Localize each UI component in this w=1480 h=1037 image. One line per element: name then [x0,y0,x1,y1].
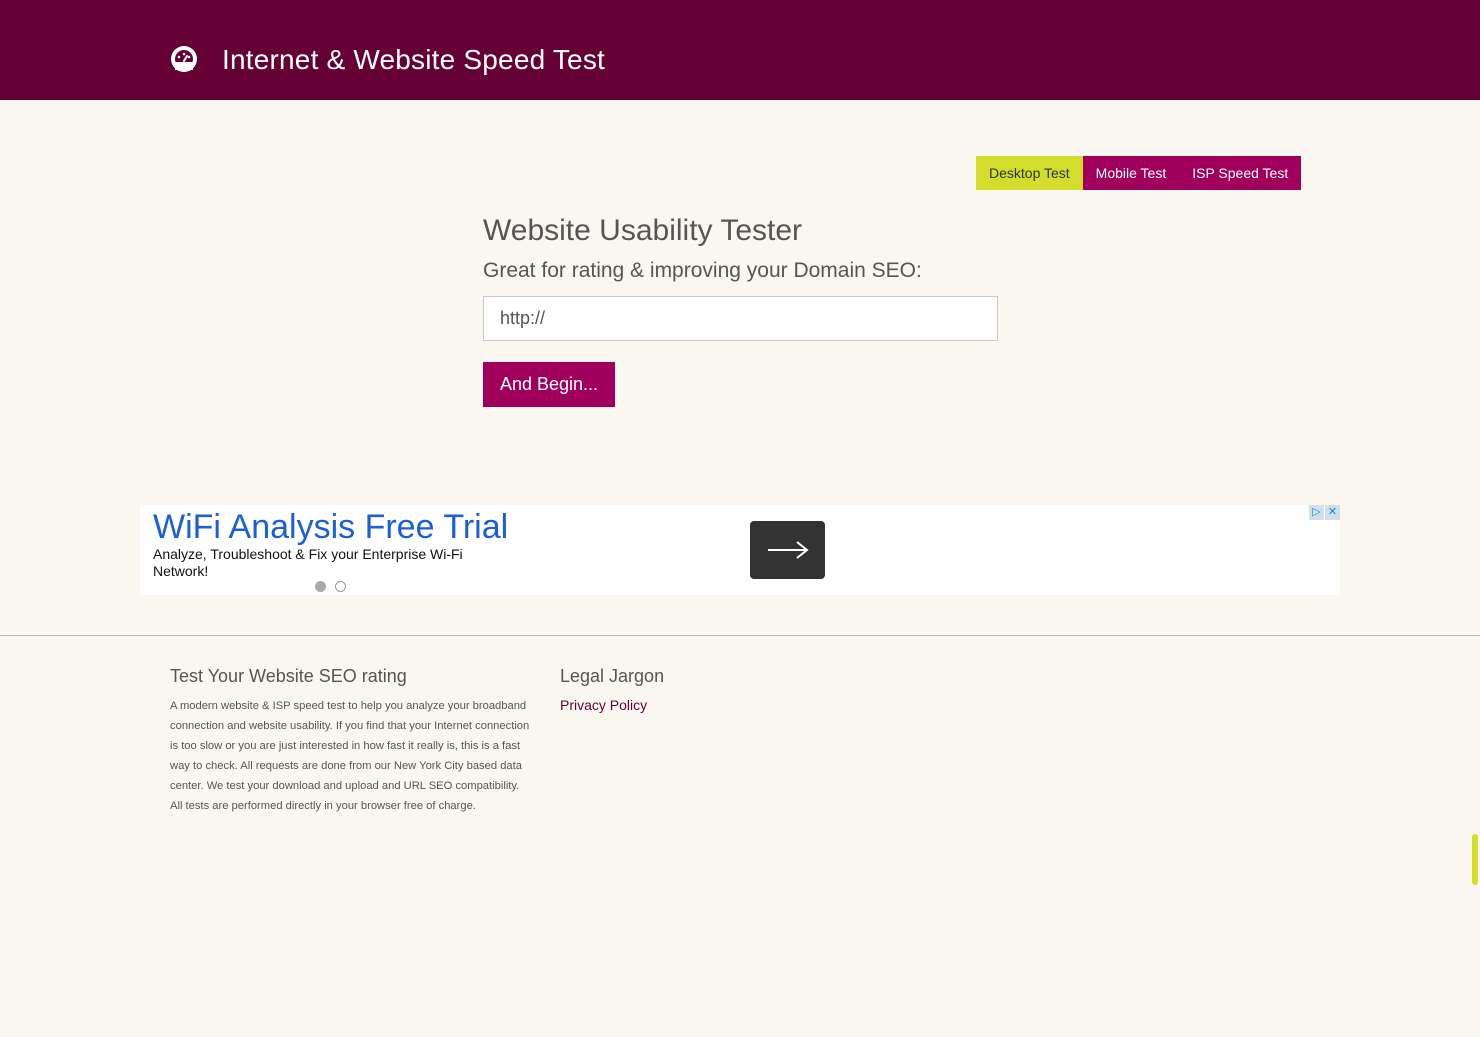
footer-about-text: A modern website & ISP speed test to hel… [170,700,530,812]
tab-mobile-test[interactable]: Mobile Test [1082,156,1180,190]
test-tabs: Desktop Test Mobile Test ISP Speed Test [976,156,1302,190]
site-header: Internet & Website Speed Test [0,0,1480,100]
ad-body-text: Analyze, Troubleshoot & Fix your Enterpr… [153,546,463,579]
footer-about-title: Test Your Website SEO rating [170,666,407,686]
url-input[interactable] [483,296,998,341]
arrow-right-icon [767,541,809,559]
tab-desktop-test[interactable]: Desktop Test [976,156,1083,190]
ad-carousel-dots [315,581,346,592]
begin-button[interactable]: And Begin... [483,362,615,407]
site-title[interactable]: Internet & Website Speed Test [222,42,605,78]
carousel-dot-1[interactable] [315,581,326,592]
speedometer-icon[interactable] [170,45,198,73]
page-title: Website Usability Tester [483,214,803,247]
close-icon[interactable]: ✕ [1325,505,1340,520]
ad-choices-icon[interactable]: ▷ [1309,505,1324,520]
footer-divider [0,635,1480,636]
tab-isp-speed-test[interactable]: ISP Speed Test [1179,156,1302,190]
footer-legal-title: Legal Jargon [560,666,665,686]
ad-headline[interactable]: WiFi Analysis Free Trial [153,507,508,547]
carousel-dot-2[interactable] [335,581,346,592]
ad-arrow-button[interactable] [750,521,825,579]
scrollbar-thumb[interactable] [1472,834,1478,885]
page-subtitle: Great for rating & improving your Domain… [483,259,922,282]
ad-banner[interactable]: WiFi Analysis Free Trial Analyze, Troubl… [140,505,1340,595]
ad-choices: ▷ ✕ [1309,505,1340,520]
privacy-policy-link[interactable]: Privacy Policy [560,696,647,714]
